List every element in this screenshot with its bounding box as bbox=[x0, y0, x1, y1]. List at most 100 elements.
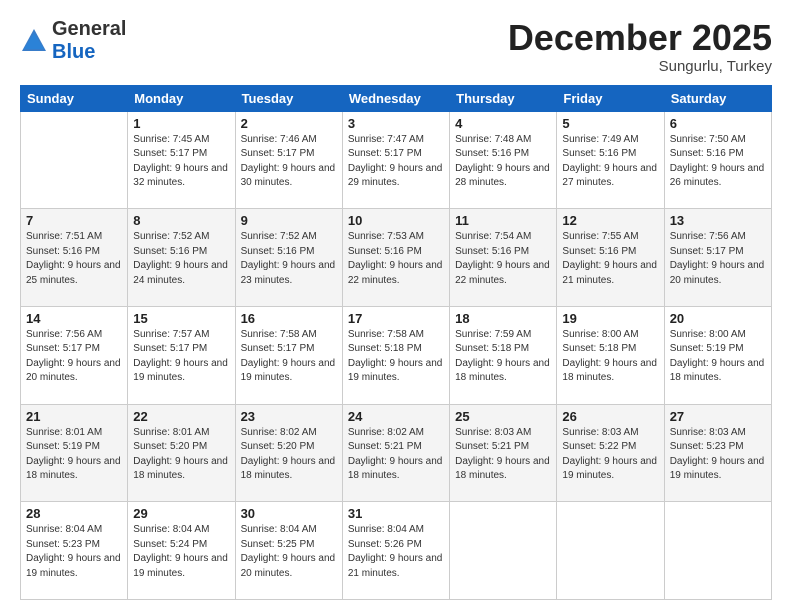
day-info: Sunrise: 7:48 AMSunset: 5:16 PMDaylight:… bbox=[455, 133, 551, 191]
calendar-cell: 10 Sunrise: 7:53 AMSunset: 5:16 PMDayligh… bbox=[342, 209, 449, 307]
day-number: 20 bbox=[670, 311, 766, 326]
day-number: 15 bbox=[133, 311, 229, 326]
calendar-cell: 17 Sunrise: 7:58 AMSunset: 5:18 PMDayligh… bbox=[342, 306, 449, 404]
month-title: December 2025 bbox=[508, 18, 772, 58]
day-info: Sunrise: 7:47 AMSunset: 5:17 PMDaylight:… bbox=[348, 133, 444, 191]
day-info: Sunrise: 8:04 AMSunset: 5:23 PMDaylight:… bbox=[26, 523, 122, 581]
calendar-cell: 13 Sunrise: 7:56 AMSunset: 5:17 PMDayligh… bbox=[664, 209, 771, 307]
calendar-cell: 30 Sunrise: 8:04 AMSunset: 5:25 PMDayligh… bbox=[235, 502, 342, 600]
day-number: 9 bbox=[241, 213, 337, 228]
day-number: 30 bbox=[241, 506, 337, 521]
column-header-saturday: Saturday bbox=[664, 85, 771, 111]
calendar-cell: 6Sunrise: 7:50 AMSunset: 5:16 PMDaylight… bbox=[664, 111, 771, 209]
calendar-header-row: SundayMondayTuesdayWednesdayThursdayFrid… bbox=[21, 85, 772, 111]
day-info: Sunrise: 7:58 AMSunset: 5:18 PMDaylight:… bbox=[348, 328, 444, 386]
calendar-cell: 2 Sunrise: 7:46 AMSunset: 5:17 PMDaylight… bbox=[235, 111, 342, 209]
day-number: 18 bbox=[455, 311, 551, 326]
column-header-monday: Monday bbox=[128, 85, 235, 111]
day-number: 13 bbox=[670, 213, 766, 228]
day-info: Sunrise: 8:01 AMSunset: 5:20 PMDaylight:… bbox=[133, 426, 229, 484]
day-number: 6 bbox=[670, 116, 766, 131]
day-info: Sunrise: 7:56 AMSunset: 5:17 PMDaylight:… bbox=[26, 328, 122, 386]
day-info: Sunrise: 7:58 AMSunset: 5:17 PMDaylight:… bbox=[241, 328, 337, 386]
calendar-cell: 26 Sunrise: 8:03 AMSunset: 5:22 PMDayligh… bbox=[557, 404, 664, 502]
day-number: 17 bbox=[348, 311, 444, 326]
calendar-cell: 16 Sunrise: 7:58 AMSunset: 5:17 PMDayligh… bbox=[235, 306, 342, 404]
day-number: 14 bbox=[26, 311, 122, 326]
day-number: 1 bbox=[133, 116, 229, 131]
calendar-cell bbox=[557, 502, 664, 600]
day-info: Sunrise: 7:52 AMSunset: 5:16 PMDaylight:… bbox=[241, 230, 337, 288]
column-header-sunday: Sunday bbox=[21, 85, 128, 111]
day-info: Sunrise: 8:01 AMSunset: 5:19 PMDaylight:… bbox=[26, 426, 122, 484]
calendar-cell: 20 Sunrise: 8:00 AMSunset: 5:19 PMDayligh… bbox=[664, 306, 771, 404]
day-number: 3 bbox=[348, 116, 444, 131]
calendar-cell: 8 Sunrise: 7:52 AMSunset: 5:16 PMDaylight… bbox=[128, 209, 235, 307]
day-info: Sunrise: 8:04 AMSunset: 5:25 PMDaylight:… bbox=[241, 523, 337, 581]
day-number: 21 bbox=[26, 409, 122, 424]
day-number: 28 bbox=[26, 506, 122, 521]
day-info: Sunrise: 7:59 AMSunset: 5:18 PMDaylight:… bbox=[455, 328, 551, 386]
day-number: 23 bbox=[241, 409, 337, 424]
calendar-week-row: 28 Sunrise: 8:04 AMSunset: 5:23 PMDayligh… bbox=[21, 502, 772, 600]
calendar-cell: 18 Sunrise: 7:59 AMSunset: 5:18 PMDayligh… bbox=[450, 306, 557, 404]
day-number: 22 bbox=[133, 409, 229, 424]
day-number: 11 bbox=[455, 213, 551, 228]
day-info: Sunrise: 8:03 AMSunset: 5:22 PMDaylight:… bbox=[562, 426, 658, 484]
day-info: Sunrise: 7:55 AMSunset: 5:16 PMDaylight:… bbox=[562, 230, 658, 288]
day-number: 7 bbox=[26, 213, 122, 228]
day-info: Sunrise: 7:46 AMSunset: 5:17 PMDaylight:… bbox=[241, 133, 337, 191]
calendar-cell: 29 Sunrise: 8:04 AMSunset: 5:24 PMDayligh… bbox=[128, 502, 235, 600]
day-info: Sunrise: 8:02 AMSunset: 5:21 PMDaylight:… bbox=[348, 426, 444, 484]
day-info: Sunrise: 8:02 AMSunset: 5:20 PMDaylight:… bbox=[241, 426, 337, 484]
day-info: Sunrise: 8:03 AMSunset: 5:23 PMDaylight:… bbox=[670, 426, 766, 484]
day-number: 26 bbox=[562, 409, 658, 424]
calendar-cell: 27Sunrise: 8:03 AMSunset: 5:23 PMDayligh… bbox=[664, 404, 771, 502]
logo: General Blue bbox=[20, 18, 126, 64]
day-number: 8 bbox=[133, 213, 229, 228]
day-info: Sunrise: 7:51 AMSunset: 5:16 PMDaylight:… bbox=[26, 230, 122, 288]
day-number: 24 bbox=[348, 409, 444, 424]
calendar-cell: 22 Sunrise: 8:01 AMSunset: 5:20 PMDayligh… bbox=[128, 404, 235, 502]
calendar-cell bbox=[450, 502, 557, 600]
header: General Blue December 2025 Sungurlu, Tur… bbox=[20, 18, 772, 75]
column-header-tuesday: Tuesday bbox=[235, 85, 342, 111]
calendar-cell: 5Sunrise: 7:49 AMSunset: 5:16 PMDaylight… bbox=[557, 111, 664, 209]
day-number: 25 bbox=[455, 409, 551, 424]
calendar-cell: 9 Sunrise: 7:52 AMSunset: 5:16 PMDaylight… bbox=[235, 209, 342, 307]
calendar-week-row: 14 Sunrise: 7:56 AMSunset: 5:17 PMDayligh… bbox=[21, 306, 772, 404]
day-number: 5 bbox=[562, 116, 658, 131]
calendar-cell: 1Sunrise: 7:45 AMSunset: 5:17 PMDaylight… bbox=[128, 111, 235, 209]
logo-icon bbox=[20, 27, 48, 55]
day-info: Sunrise: 8:00 AMSunset: 5:19 PMDaylight:… bbox=[670, 328, 766, 386]
calendar-cell: 12Sunrise: 7:55 AMSunset: 5:16 PMDayligh… bbox=[557, 209, 664, 307]
day-info: Sunrise: 7:54 AMSunset: 5:16 PMDaylight:… bbox=[455, 230, 551, 288]
calendar-cell bbox=[664, 502, 771, 600]
calendar-week-row: 21 Sunrise: 8:01 AMSunset: 5:19 PMDayligh… bbox=[21, 404, 772, 502]
calendar-cell: 19Sunrise: 8:00 AMSunset: 5:18 PMDayligh… bbox=[557, 306, 664, 404]
day-info: Sunrise: 7:56 AMSunset: 5:17 PMDaylight:… bbox=[670, 230, 766, 288]
day-number: 10 bbox=[348, 213, 444, 228]
day-info: Sunrise: 7:53 AMSunset: 5:16 PMDaylight:… bbox=[348, 230, 444, 288]
logo-general: General bbox=[52, 18, 126, 41]
calendar-cell bbox=[21, 111, 128, 209]
day-number: 2 bbox=[241, 116, 337, 131]
column-header-thursday: Thursday bbox=[450, 85, 557, 111]
calendar-cell: 4 Sunrise: 7:48 AMSunset: 5:16 PMDaylight… bbox=[450, 111, 557, 209]
day-number: 4 bbox=[455, 116, 551, 131]
column-header-friday: Friday bbox=[557, 85, 664, 111]
calendar-cell: 21 Sunrise: 8:01 AMSunset: 5:19 PMDayligh… bbox=[21, 404, 128, 502]
day-info: Sunrise: 7:52 AMSunset: 5:16 PMDaylight:… bbox=[133, 230, 229, 288]
calendar-cell: 24 Sunrise: 8:02 AMSunset: 5:21 PMDayligh… bbox=[342, 404, 449, 502]
day-info: Sunrise: 8:04 AMSunset: 5:24 PMDaylight:… bbox=[133, 523, 229, 581]
calendar-week-row: 7 Sunrise: 7:51 AMSunset: 5:16 PMDaylight… bbox=[21, 209, 772, 307]
calendar-cell: 31Sunrise: 8:04 AMSunset: 5:26 PMDayligh… bbox=[342, 502, 449, 600]
day-number: 16 bbox=[241, 311, 337, 326]
title-block: December 2025 Sungurlu, Turkey bbox=[508, 18, 772, 75]
calendar-table: SundayMondayTuesdayWednesdayThursdayFrid… bbox=[20, 85, 772, 600]
calendar-cell: 14 Sunrise: 7:56 AMSunset: 5:17 PMDayligh… bbox=[21, 306, 128, 404]
day-info: Sunrise: 7:57 AMSunset: 5:17 PMDaylight:… bbox=[133, 328, 229, 386]
day-number: 31 bbox=[348, 506, 444, 521]
day-number: 29 bbox=[133, 506, 229, 521]
page: General Blue December 2025 Sungurlu, Tur… bbox=[0, 0, 792, 612]
